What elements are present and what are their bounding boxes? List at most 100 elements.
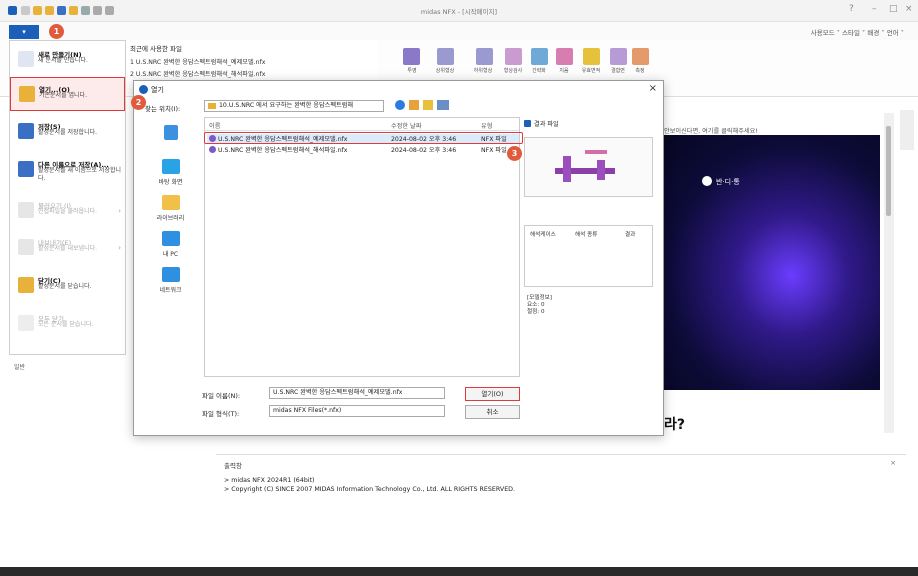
file-name: U.S.NRC 완벽한 응답스펙트럼해석_해석파일.nfx bbox=[218, 147, 348, 154]
preview-pane: 결과 파일 해석케이스 해석 종류 결과 [모델정보] 요소: 0 절점: 0 bbox=[524, 117, 657, 377]
status-bar bbox=[0, 567, 918, 576]
help-icon[interactable]: ? bbox=[849, 4, 854, 14]
file-list: 이름 수정한 날짜 유형 U.S.NRC 완벽한 응답스펙트럼해석_예제모델.n… bbox=[204, 117, 520, 377]
left-pane-label[interactable]: 일반 bbox=[14, 362, 25, 371]
recent-file-item[interactable]: 1 U.S.NRC 완벽한 응답스펙트럼해석_예제모델.nfx bbox=[130, 57, 265, 66]
ribbon-options[interactable]: 사용모드 ˅ 스타일 ˅ 배경 ˅ 언어 ˅ bbox=[811, 27, 904, 37]
ribbon-label: 상위형상 bbox=[435, 68, 455, 74]
scrollbar-thumb[interactable] bbox=[886, 126, 891, 216]
result-col: 결과 bbox=[625, 232, 636, 238]
model-info-line: 요소: 0 bbox=[527, 302, 545, 308]
import-icon bbox=[18, 202, 34, 218]
menu-save[interactable]: 저장(S) 활성문서를 저장합니다. bbox=[10, 115, 125, 149]
look-in-value: 10.U.S.NRC 에서 요구하는 완벽한 응답스펙트럼해 bbox=[219, 102, 354, 109]
shape-check-icon[interactable] bbox=[505, 48, 522, 65]
place-library[interactable]: 라이브러리 bbox=[141, 195, 200, 222]
places-bar: 바탕 화면 라이브러리 내 PC 네트워크 bbox=[141, 117, 200, 357]
contact-face-icon[interactable] bbox=[610, 48, 627, 65]
close-icon[interactable]: × bbox=[905, 4, 913, 14]
maximize-icon[interactable]: □ bbox=[889, 4, 898, 14]
measure-icon[interactable] bbox=[632, 48, 649, 65]
side-tab-rail[interactable] bbox=[900, 110, 914, 150]
place-this-pc[interactable]: 내 PC bbox=[141, 231, 200, 258]
cancel-button[interactable]: 취소 bbox=[465, 405, 520, 419]
upper-shape-icon[interactable] bbox=[437, 48, 454, 65]
simplify-icon[interactable] bbox=[531, 48, 548, 65]
file-menu-caret: ▾ bbox=[22, 28, 26, 36]
output-panel: 출력창 × > midas NFX 2024R1 (64bit) > Copyr… bbox=[216, 454, 906, 562]
network-icon bbox=[161, 267, 180, 282]
desktop-icon bbox=[161, 159, 180, 174]
place-label: 라이브러리 bbox=[156, 215, 185, 222]
model-preview-image bbox=[524, 137, 653, 197]
output-title: 출력창 bbox=[224, 462, 242, 470]
brand-name: 반·디·통 bbox=[716, 178, 740, 186]
dialog-app-icon bbox=[139, 85, 148, 94]
menu-item-desc: 새 문서를 만듭니다. bbox=[38, 57, 88, 64]
open-button[interactable]: 열기(O) bbox=[465, 387, 520, 401]
start-page-notice[interactable]: 안보이신다면, 여기를 클릭해주세요! bbox=[664, 126, 758, 135]
panel-close-icon[interactable]: × bbox=[890, 459, 896, 467]
effective-area-icon[interactable] bbox=[583, 48, 600, 65]
place-quick-access[interactable] bbox=[141, 125, 200, 143]
look-in-label: 찾는 위치(I): bbox=[145, 105, 181, 113]
file-type-select[interactable]: midas NFX Files(*.nfx) bbox=[269, 405, 445, 417]
ribbon-label: 투영 bbox=[407, 68, 417, 74]
back-icon[interactable] bbox=[395, 100, 405, 110]
view-menu-icon[interactable] bbox=[437, 100, 449, 110]
open-file-dialog: 열기 × 찾는 위치(I): 10.U.S.NRC 에서 요구하는 완벽한 응답… bbox=[133, 80, 664, 436]
save-as-icon bbox=[18, 161, 34, 177]
column-name[interactable]: 이름 bbox=[209, 121, 220, 130]
step-badge: 2 bbox=[131, 95, 146, 110]
menu-export[interactable]: 내보내기(E) 활성문서를 내보냅니다. › bbox=[10, 231, 125, 265]
start-page-headline: 라? bbox=[664, 417, 686, 433]
open-folder-icon bbox=[19, 86, 35, 102]
model-info: [모델정보] 요소: 0 절점: 0 bbox=[527, 295, 552, 316]
output-line: > midas NFX 2024R1 (64bit) bbox=[224, 477, 315, 484]
project-icon[interactable] bbox=[403, 48, 420, 65]
lower-shape-icon[interactable] bbox=[476, 48, 493, 65]
model-info-line: 절점: 0 bbox=[527, 309, 545, 315]
up-folder-icon[interactable] bbox=[409, 100, 419, 110]
menu-item-desc: 활성문서를 새 이름으로 저장합니다. bbox=[38, 167, 122, 182]
ribbon-tabs bbox=[0, 22, 918, 40]
column-date[interactable]: 수정한 날짜 bbox=[391, 121, 421, 130]
menu-save-as[interactable]: 다른 이름으로 저장(A)... 활성문서를 새 이름으로 저장합니다. bbox=[10, 153, 125, 187]
look-in-dropdown[interactable]: 10.U.S.NRC 에서 요구하는 완벽한 응답스펙트럼해 bbox=[204, 100, 384, 112]
model-info-line: [모델정보] bbox=[527, 295, 552, 301]
recent-file-item[interactable]: 2 U.S.NRC 완벽한 응답스펙트럼해석_해석파일.nfx bbox=[130, 69, 265, 78]
menu-import[interactable]: 불러오기 (I) 인접파일을 불러옵니다. › bbox=[10, 194, 125, 228]
ribbon-label: 유효면적 bbox=[581, 68, 601, 74]
highlight-box bbox=[204, 132, 523, 144]
result-file-checkbox[interactable] bbox=[524, 120, 531, 127]
file-row[interactable]: U.S.NRC 완벽한 응답스펙트럼해석_해석파일.nfx 2024-08-02… bbox=[207, 145, 519, 155]
menu-open[interactable]: 열기...(O) 기존문서를 엽니다. bbox=[10, 77, 125, 111]
ribbon-label: 지움 bbox=[559, 68, 569, 74]
preview-column bbox=[597, 160, 605, 180]
result-table: 해석케이스 해석 종류 결과 bbox=[524, 225, 653, 287]
minimize-icon[interactable]: – bbox=[872, 4, 877, 14]
new-folder-icon[interactable] bbox=[423, 100, 433, 110]
menu-new[interactable]: 새로 만들기(N) 새 문서를 만듭니다. bbox=[10, 43, 125, 77]
file-menu-button[interactable]: ▾ bbox=[9, 25, 39, 39]
menu-close-all[interactable]: 모두 닫기 모든 문서를 닫습니다. bbox=[10, 307, 125, 341]
result-col: 해석 종류 bbox=[575, 232, 598, 238]
file-date: 2024-08-02 오후 3:46 bbox=[391, 147, 457, 154]
step-badge: 3 bbox=[507, 146, 522, 161]
file-name-input[interactable]: U.S.NRC 완벽한 응답스펙트럼해석_예제모델.nfx bbox=[269, 387, 445, 399]
title-bar: midas NFX - [시작페이지] ? – □ × bbox=[0, 0, 918, 22]
window-title: midas NFX - [시작페이지] bbox=[420, 8, 498, 16]
menu-item-desc: 활성문서를 내보냅니다. bbox=[38, 245, 98, 252]
place-desktop[interactable]: 바탕 화면 bbox=[141, 159, 200, 186]
erase-icon[interactable] bbox=[556, 48, 573, 65]
output-line: > Copyright (C) SINCE 2007 MIDAS Informa… bbox=[224, 486, 516, 493]
place-network[interactable]: 네트워크 bbox=[141, 267, 200, 294]
ribbon-label: 측정 bbox=[635, 68, 645, 74]
dialog-close-icon[interactable]: × bbox=[649, 83, 657, 94]
menu-close[interactable]: 닫기(C) 활성문서를 닫습니다. bbox=[10, 269, 125, 303]
column-type[interactable]: 유형 bbox=[481, 121, 492, 130]
folder-icon bbox=[208, 103, 216, 109]
place-label: 네트워크 bbox=[159, 287, 182, 294]
menu-item-desc: 활성문서를 닫습니다. bbox=[38, 283, 92, 290]
close-all-icon bbox=[18, 315, 34, 331]
